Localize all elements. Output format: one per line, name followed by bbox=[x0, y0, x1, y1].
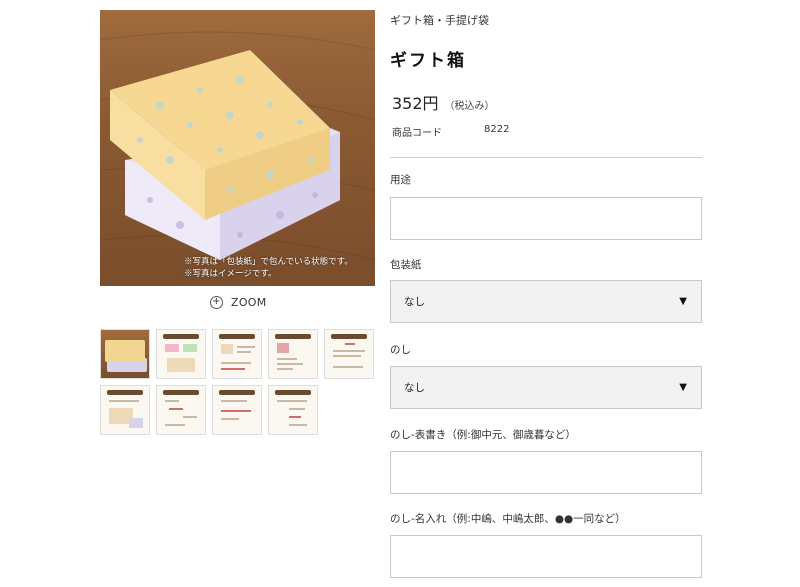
category-breadcrumb[interactable]: ギフト箱・手提げ袋 bbox=[390, 12, 489, 28]
thumb-line bbox=[109, 400, 139, 402]
thumb-header bbox=[275, 390, 311, 395]
thumb-line bbox=[237, 346, 255, 348]
omotegaki-input[interactable] bbox=[390, 451, 702, 494]
thumb-header bbox=[219, 390, 255, 395]
zoom-button[interactable]: + ZOOM bbox=[210, 294, 267, 310]
product-page: ※写真は「包装紙」で包んでいる状態です。 ※写真はイメージです。 + ZOOM bbox=[0, 0, 800, 587]
price-block: 352円 （税込み） bbox=[392, 90, 495, 114]
product-title: ギフト箱 bbox=[390, 51, 466, 71]
dropdown-arrow-icon: ▼ bbox=[679, 296, 687, 307]
nairei-label: のし-名入れ（例:中嶋、中嶋太郎、●●一同など） bbox=[390, 513, 626, 525]
thumbnail-4[interactable] bbox=[268, 329, 318, 379]
thumb-header bbox=[331, 334, 367, 339]
thumb-block bbox=[277, 343, 289, 353]
gift-box-illustration bbox=[100, 31, 375, 261]
product-code-label: 商品コード bbox=[392, 128, 442, 139]
thumb-header bbox=[219, 334, 255, 339]
thumb-block bbox=[221, 344, 233, 354]
thumb-line bbox=[165, 400, 179, 402]
thumb-box-upper bbox=[105, 340, 145, 362]
thumb-line bbox=[221, 418, 239, 420]
thumb-block bbox=[165, 344, 179, 352]
caption-line-2: ※写真はイメージです。 bbox=[184, 269, 277, 279]
divider bbox=[390, 157, 702, 158]
zoom-label: ZOOM bbox=[231, 295, 267, 309]
thumb-line bbox=[277, 400, 307, 402]
thumb-line bbox=[237, 351, 251, 353]
main-product-image[interactable]: ※写真は「包装紙」で包んでいる状態です。 ※写真はイメージです。 bbox=[100, 10, 375, 286]
thumb-line bbox=[333, 366, 363, 368]
thumbnail-5[interactable] bbox=[324, 329, 374, 379]
thumb-line bbox=[289, 424, 307, 426]
thumb-header bbox=[163, 390, 199, 395]
wrapping-selected-value: なし bbox=[404, 296, 425, 308]
thumb-line bbox=[221, 362, 251, 364]
thumb-block bbox=[167, 358, 195, 372]
thumb-line bbox=[277, 358, 297, 360]
thumb-block bbox=[129, 418, 143, 428]
thumb-header bbox=[107, 390, 143, 395]
caption-line-1: ※写真は「包装紙」で包んでいる状態です。 bbox=[184, 257, 353, 267]
thumbnail-9[interactable] bbox=[268, 385, 318, 435]
nairei-input[interactable] bbox=[390, 535, 702, 578]
omotegaki-label: のし-表書き（例:御中元、御歳暮など） bbox=[390, 429, 576, 441]
thumbnail-1[interactable] bbox=[100, 329, 150, 379]
thumbnail-7[interactable] bbox=[156, 385, 206, 435]
thumb-line bbox=[221, 400, 247, 402]
thumb-block bbox=[183, 344, 197, 352]
thumb-line bbox=[183, 416, 197, 418]
thumb-line bbox=[169, 408, 183, 410]
thumb-line bbox=[165, 424, 185, 426]
thumbnail-2[interactable] bbox=[156, 329, 206, 379]
thumb-line bbox=[333, 350, 365, 352]
wrapping-select[interactable]: なし ▼ bbox=[390, 280, 702, 323]
thumbnail-gallery bbox=[100, 329, 375, 435]
thumb-line bbox=[277, 368, 293, 370]
thumb-line bbox=[221, 410, 251, 412]
noshi-label: のし bbox=[390, 344, 411, 356]
noshi-select[interactable]: なし ▼ bbox=[390, 366, 702, 409]
photo-caption: ※写真は「包装紙」で包んでいる状態です。 ※写真はイメージです。 bbox=[184, 256, 353, 280]
thumbnail-6[interactable] bbox=[100, 385, 150, 435]
thumb-line bbox=[289, 416, 301, 418]
plus-circle-icon: + bbox=[210, 295, 223, 309]
product-code: 商品コード 8222 bbox=[392, 124, 509, 139]
thumbnail-3[interactable] bbox=[212, 329, 262, 379]
thumb-line bbox=[277, 363, 303, 365]
usage-label: 用途 bbox=[390, 174, 411, 186]
thumb-header bbox=[163, 334, 199, 339]
price-value: 352円 bbox=[392, 94, 439, 113]
thumb-line bbox=[345, 343, 355, 345]
dropdown-arrow-icon: ▼ bbox=[679, 382, 687, 393]
wrapping-label: 包装紙 bbox=[390, 259, 422, 271]
thumb-header bbox=[275, 334, 311, 339]
thumb-line bbox=[289, 408, 305, 410]
noshi-selected-value: なし bbox=[404, 382, 425, 394]
thumb-line bbox=[333, 355, 361, 357]
thumbnail-8[interactable] bbox=[212, 385, 262, 435]
thumb-line bbox=[221, 368, 245, 370]
usage-input[interactable] bbox=[390, 197, 702, 240]
tax-note: （税込み） bbox=[444, 101, 495, 112]
product-code-value: 8222 bbox=[484, 124, 510, 135]
